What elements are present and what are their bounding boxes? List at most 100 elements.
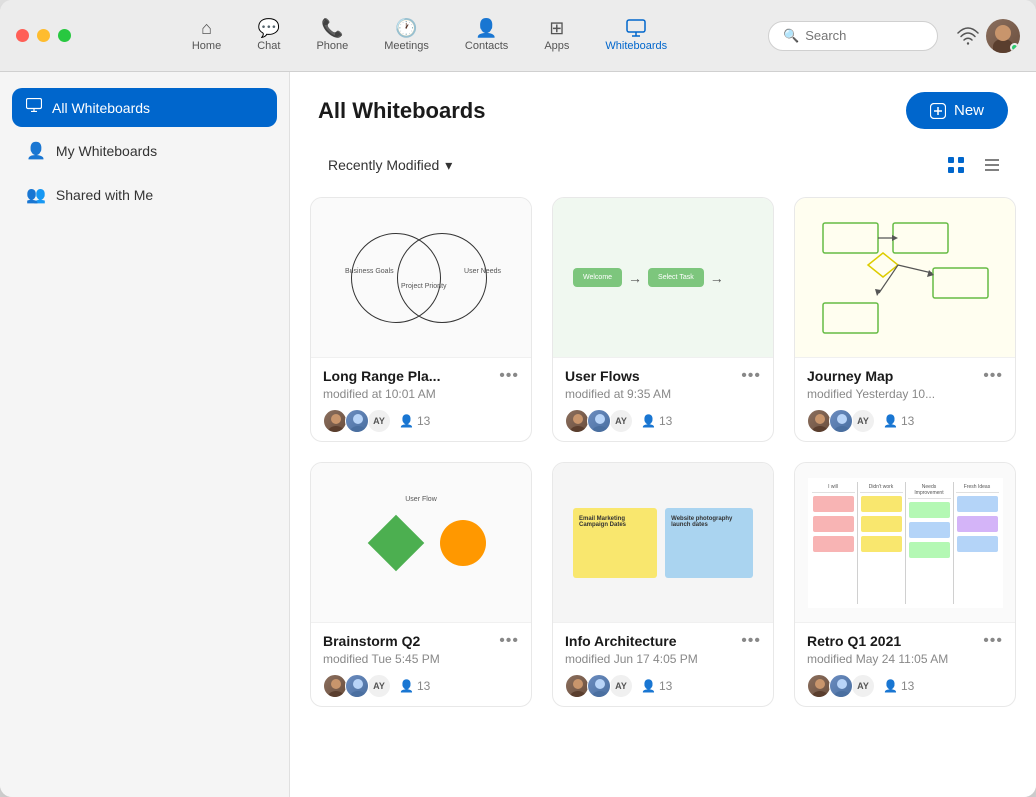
card-more-wb6[interactable]: ••• [983, 633, 1003, 649]
app-window: ⌂ Home 💬 Chat 📞 Phone 🕐 Meetings 👤 Conta… [0, 0, 1036, 797]
wifi-icon[interactable] [950, 18, 986, 54]
journey-diagram [813, 213, 998, 343]
nav-chat-label: Chat [257, 40, 280, 52]
new-button[interactable]: New [906, 92, 1008, 129]
card-modified-wb2: modified at 9:35 AM [565, 387, 761, 401]
card-title-wb6: Retro Q1 2021 [807, 633, 901, 649]
card-thumbnail-wb3 [795, 198, 1015, 358]
sticky-yellow: Email Marketing Campaign Dates [573, 508, 657, 578]
card-thumbnail-wb6: I will Didn't work [795, 463, 1015, 623]
retro-divider [953, 482, 954, 604]
all-whiteboards-icon [26, 98, 42, 117]
card-info-wb6: Retro Q1 2021 ••• modified May 24 11:05 … [795, 623, 1015, 706]
card-count-wb2: 👤 13 [641, 414, 672, 428]
whiteboard-card-wb6[interactable]: I will Didn't work [794, 462, 1016, 707]
count-icon: 👤 [883, 414, 898, 428]
close-button[interactable] [16, 29, 29, 42]
collaborator-avatar-2 [587, 674, 611, 698]
whiteboard-card-wb2[interactable]: Welcome → Select Task → User Flows ••• [552, 197, 774, 442]
flow-arrow-1: → [628, 270, 642, 286]
count-icon: 👤 [641, 679, 656, 693]
card-more-wb4[interactable]: ••• [499, 633, 519, 649]
whiteboard-card-wb4[interactable]: User Flow Brainstorm Q2 ••• modified Tue… [310, 462, 532, 707]
card-title-wb3: Journey Map [807, 368, 893, 384]
nav-meetings[interactable]: 🕐 Meetings [368, 13, 445, 58]
content-header: All Whiteboards New [290, 72, 1036, 145]
nav-contacts[interactable]: 👤 Contacts [449, 13, 524, 58]
collaborator-initials: AY [609, 674, 633, 698]
card-footer-wb5: AY 👤 13 [565, 674, 761, 698]
card-more-wb3[interactable]: ••• [983, 368, 1003, 384]
nav-whiteboards[interactable]: Whiteboards [589, 13, 683, 58]
retro-diagram: I will Didn't work [808, 478, 1003, 608]
nav-apps-label: Apps [544, 40, 569, 52]
retro-note [861, 496, 902, 512]
grid-container: Business Goals User Needs Project Priori… [290, 197, 1036, 797]
card-title-wb5: Info Architecture [565, 633, 677, 649]
filter-dropdown[interactable]: Recently Modified ▾ [318, 151, 462, 180]
navigation: ⌂ Home 💬 Chat 📞 Phone 🕐 Meetings 👤 Conta… [91, 13, 768, 58]
toolbar: Recently Modified ▾ [290, 145, 1036, 197]
avatar[interactable] [986, 19, 1020, 53]
whiteboard-card-wb5[interactable]: Email Marketing Campaign Dates Website p… [552, 462, 774, 707]
retro-note [909, 522, 950, 538]
venn-label-business: Business Goals [345, 268, 394, 275]
chat-icon: 💬 [258, 19, 280, 37]
nav-phone[interactable]: 📞 Phone [300, 13, 364, 58]
sidebar-item-all-whiteboards[interactable]: All Whiteboards [12, 88, 277, 127]
card-count-wb4: 👤 13 [399, 679, 430, 693]
nav-apps[interactable]: ⊞ Apps [528, 13, 585, 58]
flow-box-select: Select Task [648, 268, 704, 287]
whiteboard-card-wb3[interactable]: Journey Map ••• modified Yesterday 10... [794, 197, 1016, 442]
search-input[interactable] [805, 28, 923, 43]
card-title-row-wb5: Info Architecture ••• [565, 633, 761, 649]
sticky-blue: Website photography launch dates [665, 508, 753, 578]
main-content: All Whiteboards 👤 My Whiteboards 👥 Share… [0, 72, 1036, 797]
retro-col-1: I will [812, 482, 855, 604]
retro-note [909, 542, 950, 558]
nav-chat[interactable]: 💬 Chat [241, 13, 296, 58]
page-title: All Whiteboards [318, 98, 485, 124]
count-value: 13 [901, 414, 914, 428]
card-thumbnail-wb5: Email Marketing Campaign Dates Website p… [553, 463, 773, 623]
card-title-wb4: Brainstorm Q2 [323, 633, 420, 649]
card-info-wb2: User Flows ••• modified at 9:35 AM [553, 358, 773, 441]
sidebar-item-shared[interactable]: 👥 Shared with Me [12, 175, 277, 215]
card-title-row-wb4: Brainstorm Q2 ••• [323, 633, 519, 649]
collaborator-avatar-2 [587, 409, 611, 433]
whiteboard-card-wb1[interactable]: Business Goals User Needs Project Priori… [310, 197, 532, 442]
retro-note [957, 516, 998, 532]
card-footer-wb2: AY 👤 13 [565, 409, 761, 433]
collaborator-initials: AY [367, 409, 391, 433]
retro-divider [905, 482, 906, 604]
search-bar[interactable]: 🔍 [768, 21, 938, 51]
nav-phone-label: Phone [316, 40, 348, 52]
count-value: 13 [417, 679, 430, 693]
retro-note [957, 496, 998, 512]
minimize-button[interactable] [37, 29, 50, 42]
venn-label-user: User Needs [464, 268, 501, 275]
venn-label-priority: Project Priority [401, 283, 447, 290]
card-info-wb1: Long Range Pla... ••• modified at 10:01 … [311, 358, 531, 441]
card-modified-wb6: modified May 24 11:05 AM [807, 652, 1003, 666]
meetings-icon: 🕐 [395, 19, 417, 37]
card-modified-wb3: modified Yesterday 10... [807, 387, 1003, 401]
retro-note [861, 516, 902, 532]
retro-header-4: Fresh Ideas [956, 482, 999, 493]
maximize-button[interactable] [58, 29, 71, 42]
grid-view-button[interactable] [940, 149, 972, 181]
card-modified-wb1: modified at 10:01 AM [323, 387, 519, 401]
list-icon [983, 156, 1001, 174]
sidebar-item-my-whiteboards[interactable]: 👤 My Whiteboards [12, 131, 277, 171]
list-view-button[interactable] [976, 149, 1008, 181]
collaborator-initials: AY [851, 409, 875, 433]
card-more-wb1[interactable]: ••• [499, 368, 519, 384]
collaborator-initials: AY [367, 674, 391, 698]
collaborator-avatar-1 [565, 674, 589, 698]
phone-icon: 📞 [321, 19, 343, 37]
card-more-wb2[interactable]: ••• [741, 368, 761, 384]
card-title-row-wb1: Long Range Pla... ••• [323, 368, 519, 384]
card-more-wb5[interactable]: ••• [741, 633, 761, 649]
nav-home[interactable]: ⌂ Home [176, 13, 237, 58]
card-count-wb5: 👤 13 [641, 679, 672, 693]
